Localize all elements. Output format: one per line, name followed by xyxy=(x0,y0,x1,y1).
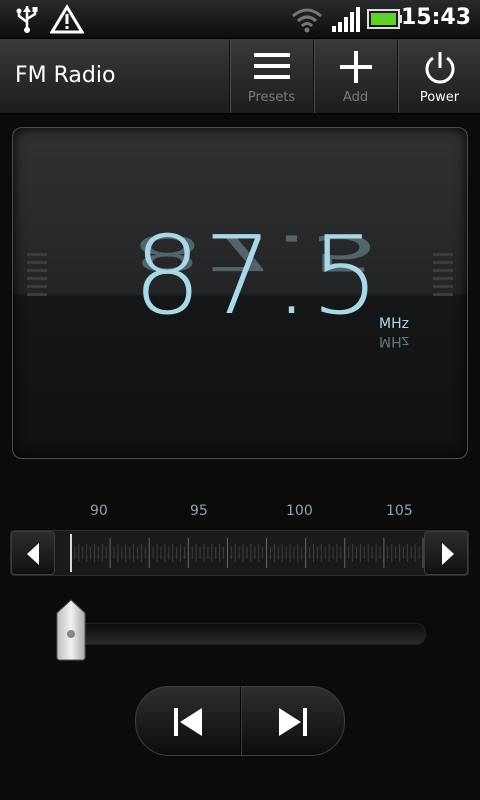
status-bar: 15:43 xyxy=(0,0,480,39)
add-button[interactable]: Add xyxy=(313,39,397,113)
battery-icon xyxy=(367,9,403,33)
scale-label: 105 xyxy=(386,503,413,519)
tuner-ticks xyxy=(70,538,424,568)
wifi-icon xyxy=(290,4,324,38)
frequency-unit: MHz xyxy=(379,316,409,332)
scale-label: 100 xyxy=(286,503,313,519)
seek-control xyxy=(135,686,345,756)
warning-icon xyxy=(49,4,85,38)
frequency-display: 87.5 MHz 87.5 MHz xyxy=(12,127,468,459)
frequency-reflection: 87.5 xyxy=(133,223,382,280)
volume-slider-track[interactable] xyxy=(62,623,426,645)
power-label: Power xyxy=(419,90,460,105)
app-title: FM Radio xyxy=(15,63,116,88)
tune-down-button[interactable] xyxy=(11,531,55,575)
scale-label: 95 xyxy=(190,503,208,519)
action-bar: FM Radio Presets Add Power xyxy=(0,39,480,114)
power-button[interactable]: Power xyxy=(397,39,480,113)
usb-icon xyxy=(14,4,40,38)
tuner-indicator[interactable] xyxy=(70,534,72,572)
frequency-unit-reflection: MHz xyxy=(379,333,409,349)
presets-label: Presets xyxy=(247,90,296,105)
status-time: 15:43 xyxy=(400,5,471,30)
presets-button[interactable]: Presets xyxy=(229,39,313,113)
scale-label: 90 xyxy=(90,503,108,519)
tune-up-button[interactable] xyxy=(424,531,468,575)
tuner-scale[interactable] xyxy=(10,530,469,576)
signal-icon xyxy=(331,4,361,38)
seek-next-button[interactable] xyxy=(241,687,344,755)
volume-slider-thumb[interactable] xyxy=(55,599,87,665)
seek-previous-button[interactable] xyxy=(136,687,240,755)
add-label: Add xyxy=(342,90,369,105)
